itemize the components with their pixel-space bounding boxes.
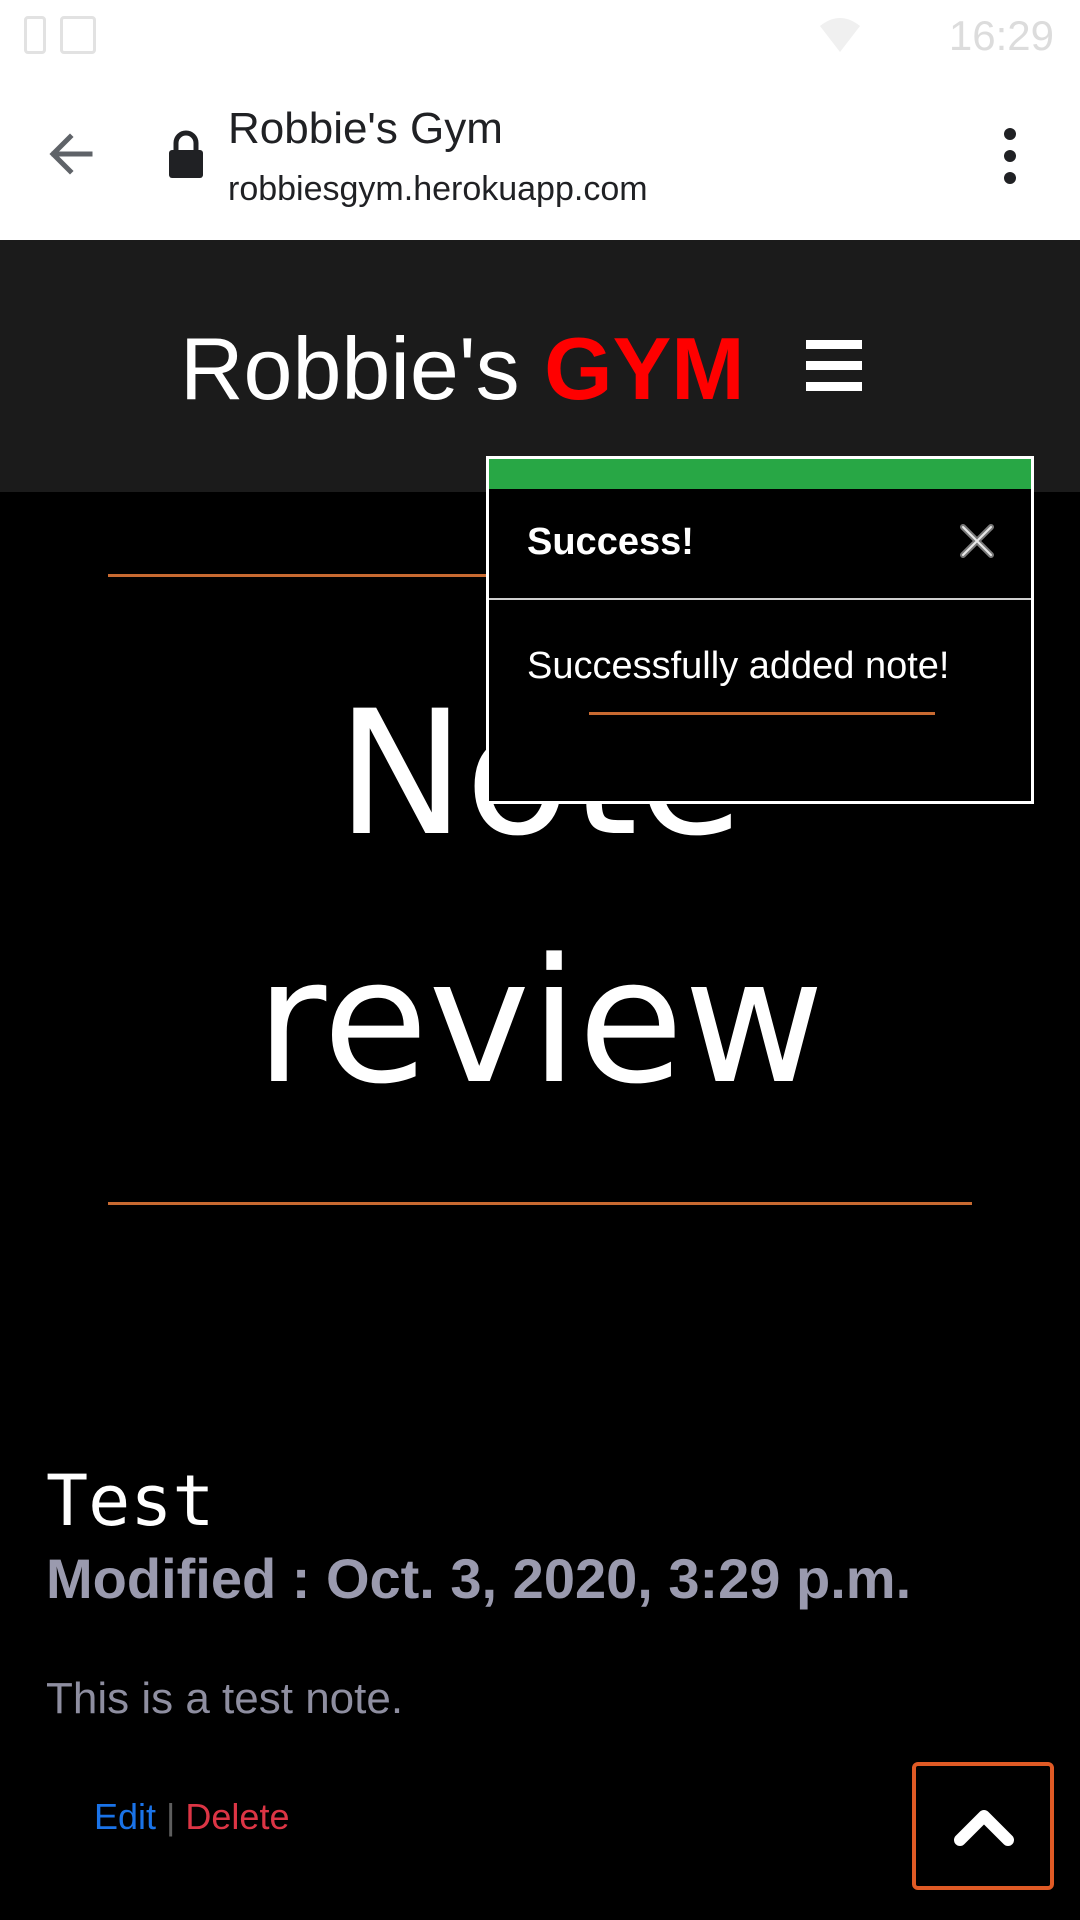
image-icon xyxy=(60,16,96,54)
heading-bottom-rule xyxy=(108,1202,972,1205)
note-actions: Edit | Delete xyxy=(94,1796,289,1838)
toast-message: Successfully added note! xyxy=(527,645,950,687)
toast-title: Success! xyxy=(527,521,694,563)
action-separator: | xyxy=(166,1796,176,1837)
toast-status-bar xyxy=(489,459,1031,489)
more-vert-icon[interactable] xyxy=(988,126,1032,186)
note-title: Test xyxy=(46,1460,215,1542)
note-body: This is a test note. xyxy=(46,1674,404,1723)
notification-icons xyxy=(24,16,96,54)
browser-toolbar: Robbie's Gym robbiesgym.herokuapp.com xyxy=(0,72,1080,240)
url-text[interactable]: robbiesgym.herokuapp.com xyxy=(228,170,648,209)
brand-accent: GYM xyxy=(544,319,745,418)
scroll-to-top-button[interactable] xyxy=(912,1762,1054,1890)
toast-rule xyxy=(589,712,935,715)
close-icon[interactable] xyxy=(957,521,997,561)
toast-divider xyxy=(489,598,1031,600)
hamburger-menu-icon[interactable] xyxy=(806,340,862,392)
edit-link[interactable]: Edit xyxy=(94,1796,156,1837)
brand-logo[interactable]: Robbie's GYM xyxy=(180,318,745,420)
back-arrow-icon[interactable] xyxy=(40,122,104,186)
status-time: 16:29 xyxy=(948,12,1054,59)
status-bar: 16:29 xyxy=(0,0,1080,72)
heading-line-2: review xyxy=(255,921,825,1122)
lock-icon xyxy=(169,130,203,178)
notification-icon xyxy=(24,16,46,54)
page-title[interactable]: Robbie's Gym xyxy=(228,104,503,154)
app-screen: 16:29 Robbie's Gym robbiesgym.herokuapp.… xyxy=(0,0,1080,1920)
wifi-icon xyxy=(820,18,860,52)
success-toast: Success! Successfully added note! xyxy=(486,456,1034,804)
note-modified-date: Modified : Oct. 3, 2020, 3:29 p.m. xyxy=(46,1547,912,1610)
site-header: Robbie's GYM xyxy=(0,240,1080,492)
brand-prefix: Robbie's xyxy=(180,319,520,418)
delete-link[interactable]: Delete xyxy=(185,1796,289,1837)
chevron-up-icon xyxy=(954,1810,1014,1846)
